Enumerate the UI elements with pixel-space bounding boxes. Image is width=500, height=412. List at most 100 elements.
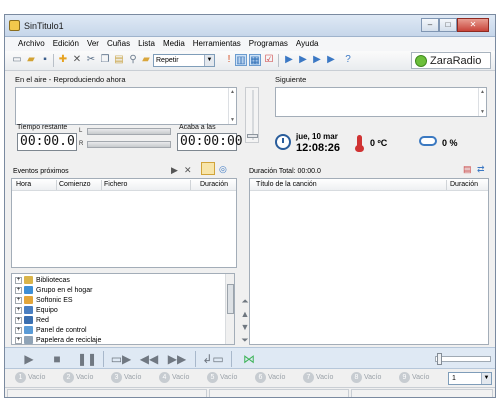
tree-item[interactable]: + Softonic ES <box>15 296 73 306</box>
menu-lista[interactable]: Lista <box>134 37 159 51</box>
position-slider-thumb[interactable] <box>437 353 442 365</box>
expand-icon[interactable]: + <box>15 286 22 294</box>
scroll-up-icon[interactable]: ▲ <box>229 89 236 95</box>
play-block-icon[interactable]: ▶ <box>311 54 323 66</box>
minimize-button[interactable]: – <box>421 18 439 32</box>
move-up-icon[interactable]: ▲ <box>240 308 250 321</box>
menu-cunas[interactable]: Cuñas <box>103 37 134 51</box>
column-duracion[interactable]: Duración <box>200 181 228 188</box>
delete-icon[interactable]: ✕ <box>71 54 83 66</box>
expand-icon[interactable]: + <box>15 296 22 304</box>
play-icon[interactable]: ▶ <box>19 352 39 366</box>
instant-slot-7[interactable]: 7 Vacío <box>303 372 333 384</box>
column-fichero[interactable]: Fichero <box>104 181 127 188</box>
next-scrollbar[interactable]: ▲ ▼ <box>478 88 486 116</box>
scroll-down-icon[interactable]: ▼ <box>229 117 236 123</box>
expand-icon[interactable]: + <box>15 336 22 344</box>
menu-herramientas[interactable]: Herramientas <box>189 37 245 51</box>
column-comienzo[interactable]: Comienzo <box>59 181 91 188</box>
column-hora[interactable]: Hora <box>16 181 31 188</box>
app-icon <box>9 20 20 31</box>
repeat-mode-select[interactable]: Repetir ▼ <box>153 54 215 67</box>
instant-slot-6[interactable]: 6 Vacío <box>255 372 285 384</box>
on-air-scrollbar[interactable]: ▲ ▼ <box>228 88 236 124</box>
instant-slot-5[interactable]: 5 Vacío <box>207 372 237 384</box>
instant-slot-2[interactable]: 2 Vacío <box>63 372 93 384</box>
folder-icon[interactable]: ▰ <box>140 54 152 66</box>
tree-scrollbar[interactable] <box>225 274 234 344</box>
new-file-icon[interactable]: ▭ <box>11 54 23 66</box>
playlist[interactable]: Título de la canción Duración <box>249 178 489 345</box>
tree-item[interactable]: + Papelera de reciclaje <box>15 336 101 344</box>
tree-item[interactable]: + Equipo <box>15 306 58 316</box>
instant-slot-1[interactable]: 1 Vacío <box>15 372 45 384</box>
menu-archivo[interactable]: Archivo <box>14 37 49 51</box>
move-down-icon[interactable]: ▼ <box>240 321 250 334</box>
expand-icon[interactable]: + <box>15 316 22 324</box>
playlist-config-icon[interactable]: ▤ <box>463 164 472 174</box>
slot-number: 5 <box>207 372 218 383</box>
close-button[interactable]: ✕ <box>457 18 489 32</box>
tree-item[interactable]: + Bibliotecas <box>15 276 70 286</box>
search-icon[interactable]: ⚲ <box>127 54 139 66</box>
zararadio-logo-icon <box>415 55 427 67</box>
move-bottom-icon[interactable]: ⏷ <box>240 334 250 347</box>
tree-item[interactable]: + Red <box>15 316 49 326</box>
slot-page-select[interactable]: 1 ▼ <box>448 372 492 385</box>
tree-item[interactable]: + Panel de control <box>15 326 87 336</box>
instant-slot-4[interactable]: 4 Vacío <box>159 372 189 384</box>
skip-to-next-icon[interactable]: ▭▶ <box>109 352 133 366</box>
menu-edicion[interactable]: Edición <box>49 37 83 51</box>
add-icon[interactable]: ✚ <box>57 54 69 66</box>
move-top-icon[interactable]: ⏶ <box>240 295 250 308</box>
tree-scrollbar-thumb[interactable] <box>227 284 234 314</box>
events-folder-icon[interactable] <box>201 162 215 175</box>
events-list[interactable]: Hora Comienzo Fichero Duración <box>11 178 237 268</box>
scroll-down-icon[interactable]: ▼ <box>479 109 486 115</box>
open-folder-icon[interactable]: ▰ <box>25 54 37 66</box>
menu-media[interactable]: Media <box>159 37 189 51</box>
play-list-icon[interactable]: ▶ <box>297 54 309 66</box>
crossfade-icon[interactable]: ⋈ <box>237 352 261 366</box>
network-icon <box>24 316 33 325</box>
expand-icon[interactable]: + <box>15 276 22 284</box>
edit-icon[interactable]: ☑ <box>263 54 275 66</box>
menu-programas[interactable]: Programas <box>245 37 292 51</box>
copy-icon[interactable]: ❐ <box>99 54 111 66</box>
volume-slider[interactable] <box>245 87 259 143</box>
delete-event-icon[interactable]: ✕ <box>184 165 192 175</box>
logo-text: ZaraRadio <box>430 55 482 67</box>
pause-icon[interactable]: ❚❚ <box>77 352 97 366</box>
instant-slot-9[interactable]: 9 Vacío <box>399 372 429 384</box>
paste-icon[interactable]: ▤ <box>113 54 125 66</box>
playlist-refresh-icon[interactable]: ⇄ <box>477 164 485 174</box>
scroll-up-icon[interactable]: ▲ <box>479 89 486 95</box>
position-slider[interactable] <box>435 353 491 365</box>
tree-item[interactable]: + Grupo en el hogar <box>15 286 92 296</box>
events-refresh-icon[interactable]: ◎ <box>219 164 227 174</box>
column-duracion[interactable]: Duración <box>450 181 478 188</box>
instant-slot-3[interactable]: 3 Vacío <box>111 372 141 384</box>
play-event-icon[interactable]: ▶ <box>171 165 178 175</box>
play-all-icon[interactable]: ▶ <box>325 54 337 66</box>
menu-ayuda[interactable]: Ayuda <box>292 37 323 51</box>
stop-icon[interactable]: ■ <box>47 352 67 366</box>
rewind-icon[interactable]: ◀◀ <box>139 352 159 366</box>
expand-icon[interactable]: + <box>15 306 22 314</box>
warning-icon[interactable]: ! <box>223 54 235 66</box>
loop-icon[interactable]: ↲▭ <box>201 352 225 366</box>
view-layout-1-icon[interactable]: ▥ <box>235 54 247 66</box>
fast-forward-icon[interactable]: ▶▶ <box>167 352 187 366</box>
play-next-icon[interactable]: ▶ <box>283 54 295 66</box>
maximize-button[interactable]: □ <box>439 18 457 32</box>
save-icon[interactable]: ▪ <box>39 54 51 66</box>
help-icon[interactable]: ? <box>342 54 354 66</box>
view-layout-2-icon[interactable]: ▦ <box>249 54 261 66</box>
volume-slider-thumb[interactable] <box>247 134 258 138</box>
column-titulo[interactable]: Título de la canción <box>256 181 317 188</box>
expand-icon[interactable]: + <box>15 326 22 334</box>
cut-icon[interactable]: ✂ <box>85 54 97 66</box>
menu-ver[interactable]: Ver <box>83 37 103 51</box>
file-explorer-tree[interactable]: + Bibliotecas + Grupo en el hogar + Softoni… <box>11 273 235 345</box>
instant-slot-8[interactable]: 8 Vacío <box>351 372 381 384</box>
